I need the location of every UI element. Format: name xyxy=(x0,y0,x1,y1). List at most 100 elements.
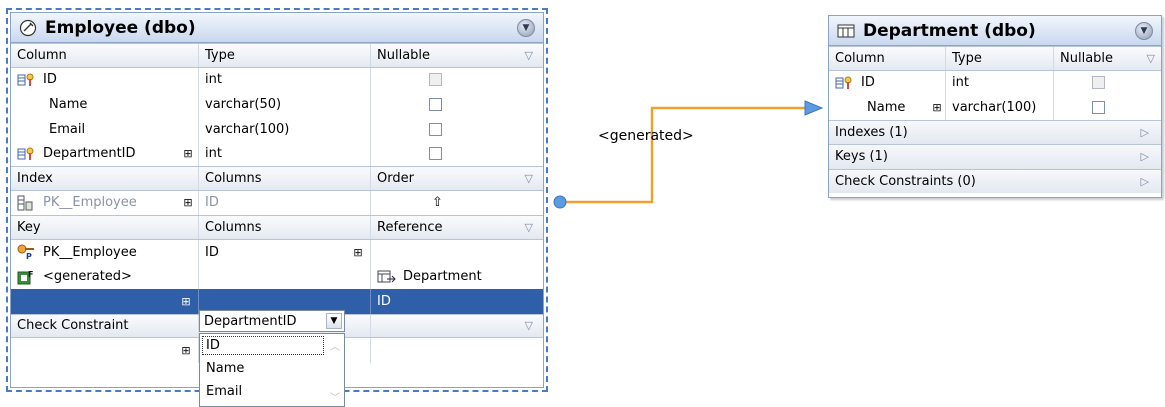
columns-header-row: Column Type Nullable ▽ xyxy=(11,43,543,68)
column-type[interactable]: varchar(100) xyxy=(199,116,371,142)
column-type[interactable]: int xyxy=(199,67,371,93)
collapse-table-button[interactable]: ▼ xyxy=(517,19,535,37)
section-toggle-icon[interactable]: ▽ xyxy=(525,221,533,234)
nullable-header: Nullable ▽ xyxy=(371,44,543,67)
relationship-label: <generated> xyxy=(598,128,694,144)
foreign-key-link-icon: ⊞ xyxy=(932,100,942,114)
index-icon xyxy=(17,194,39,212)
chevron-down-icon[interactable]: ▼ xyxy=(326,313,342,329)
key-row-generated[interactable]: F <generated> Department xyxy=(11,264,543,289)
nullable-checkbox[interactable] xyxy=(1092,76,1105,90)
key-header: Key xyxy=(11,216,199,239)
order-header: Order xyxy=(377,170,414,186)
arrow-up-icon[interactable]: ⇧ xyxy=(432,195,443,210)
column-name[interactable]: Email xyxy=(11,116,199,142)
keys-section[interactable]: Keys (1) ▷ xyxy=(829,144,1161,169)
primary-key-column-icon xyxy=(17,71,39,89)
column-type[interactable]: int xyxy=(946,70,1054,95)
dropdown-list[interactable]: ID Name Email ︿ ﹀ xyxy=(199,333,345,407)
section-toggle-icon[interactable]: ▽ xyxy=(525,49,533,62)
indexes-section[interactable]: Indexes (1) ▷ xyxy=(829,119,1161,144)
column-row-email[interactable]: Email varchar(100) xyxy=(11,116,543,142)
employee-table-title: Employee (dbo) xyxy=(45,17,196,38)
dropdown-selected-value: DepartmentID xyxy=(204,313,297,329)
columns-header-row: Column Type Nullable ▽ xyxy=(829,46,1161,71)
index-row[interactable]: PK__Employee ⊞ ID ⇧ xyxy=(11,190,543,216)
index-header: Index xyxy=(11,166,199,190)
foreign-key-link-icon: ⊞ xyxy=(183,147,193,161)
nullable-header-label: Nullable xyxy=(377,47,431,63)
dropdown-scrollbar[interactable]: ︿ ﹀ xyxy=(328,338,342,404)
view-icon xyxy=(19,19,37,37)
referenced-table-icon xyxy=(377,268,399,286)
dropdown-option[interactable]: Email xyxy=(200,380,344,403)
type-header: Type xyxy=(946,47,1054,70)
index-columns-header: Columns xyxy=(199,166,371,190)
nullable-checkbox[interactable] xyxy=(429,122,442,136)
key-reference[interactable]: Department xyxy=(403,269,482,284)
table-icon xyxy=(837,22,855,40)
scroll-up-icon[interactable]: ︿ xyxy=(330,338,340,353)
key-reference[interactable] xyxy=(371,240,543,265)
dropdown-option[interactable]: ID xyxy=(200,334,326,357)
foreign-key-column-icon xyxy=(17,145,39,163)
check-constraints-section[interactable]: Check Constraints (0) ▷ xyxy=(829,168,1161,193)
department-table-header[interactable]: Department (dbo) ▼ xyxy=(829,16,1161,46)
key-columns-header: Columns xyxy=(199,216,371,239)
key-columns[interactable] xyxy=(199,264,371,289)
key-row-pk[interactable]: P PK__Employee ID ⊞ xyxy=(11,239,543,265)
column-row-id[interactable]: ID int xyxy=(829,70,1161,95)
check-constraint-header: Check Constraint xyxy=(11,314,199,338)
key-header-row: Key Columns Reference ▽ xyxy=(11,215,543,240)
mapping-reference-value[interactable]: ID xyxy=(371,289,543,314)
column-name[interactable]: DepartmentID xyxy=(43,146,136,161)
svg-text:F: F xyxy=(28,270,33,279)
column-row-departmentid[interactable]: DepartmentID ⊞ int xyxy=(11,141,543,166)
primary-key-icon: P xyxy=(17,243,39,261)
section-toggle-icon[interactable]: ▽ xyxy=(1147,52,1155,65)
foreign-key-link-icon: ⊞ xyxy=(353,245,363,259)
key-name[interactable]: <generated> xyxy=(43,269,132,284)
scroll-down-icon[interactable]: ﹀ xyxy=(330,389,340,404)
check-constraints-section-label: Check Constraints (0) xyxy=(835,173,976,189)
nullable-checkbox[interactable] xyxy=(1092,100,1105,114)
column-type[interactable]: varchar(100) xyxy=(946,95,1054,120)
svg-text:P: P xyxy=(26,252,32,260)
type-header: Type xyxy=(199,44,371,67)
key-columns[interactable]: ID xyxy=(205,245,219,260)
column-name[interactable]: Name xyxy=(11,92,199,117)
column-type[interactable]: varchar(50) xyxy=(199,92,371,117)
index-columns[interactable]: ID xyxy=(199,190,371,216)
column-row-name[interactable]: Name ⊞ varchar(100) xyxy=(829,95,1161,120)
column-name[interactable]: Name xyxy=(867,100,905,115)
column-row-name[interactable]: Name varchar(50) xyxy=(11,92,543,117)
indexes-section-label: Indexes (1) xyxy=(835,124,908,140)
key-name[interactable]: PK__Employee xyxy=(43,245,137,260)
dropdown-option[interactable]: Name xyxy=(200,357,344,380)
column-header: Column xyxy=(829,47,946,70)
index-name[interactable]: PK__Employee xyxy=(43,195,137,210)
nullable-checkbox[interactable] xyxy=(429,97,442,111)
section-toggle-icon[interactable]: ▽ xyxy=(525,172,533,185)
expand-triangle-icon[interactable]: ▷ xyxy=(1141,126,1149,139)
foreign-key-link-icon: ⊞ xyxy=(181,294,191,308)
collapse-table-button[interactable]: ▼ xyxy=(1135,22,1153,40)
nullable-header: Nullable xyxy=(1060,50,1114,66)
nullable-checkbox[interactable] xyxy=(429,73,442,87)
column-name[interactable]: ID xyxy=(861,75,875,90)
expand-triangle-icon[interactable]: ▷ xyxy=(1141,175,1149,188)
foreign-key-link-icon: ⊞ xyxy=(181,343,191,357)
keys-section-label: Keys (1) xyxy=(835,149,888,165)
column-header: Column xyxy=(11,44,199,67)
column-name[interactable]: ID xyxy=(43,72,57,87)
department-table[interactable]: Department (dbo) ▼ Column Type Nullable … xyxy=(828,15,1162,198)
primary-key-column-icon xyxy=(835,74,857,92)
column-type[interactable]: int xyxy=(199,141,371,166)
foreign-key-icon: F xyxy=(17,268,39,286)
nullable-checkbox[interactable] xyxy=(429,147,442,161)
employee-table-header[interactable]: Employee (dbo) ▼ xyxy=(11,13,543,43)
column-select-dropdown[interactable]: DepartmentID ▼ xyxy=(199,310,345,332)
section-toggle-icon[interactable]: ▽ xyxy=(525,319,533,332)
expand-triangle-icon[interactable]: ▷ xyxy=(1141,150,1149,163)
column-row-id[interactable]: ID int xyxy=(11,67,543,93)
